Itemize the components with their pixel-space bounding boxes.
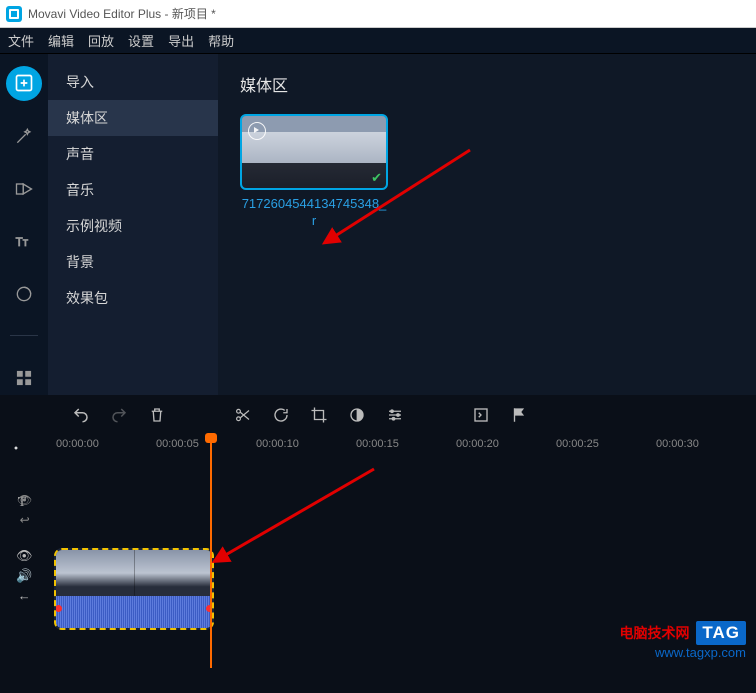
crop-button[interactable] (310, 406, 328, 424)
music-note-icon (13, 675, 31, 693)
scissors-icon (234, 406, 252, 424)
rotate-button[interactable] (272, 406, 290, 424)
menu-edit[interactable]: 编辑 (48, 31, 74, 50)
time-marker: 00:00:00 (56, 438, 156, 450)
wizard-button[interactable] (472, 406, 490, 424)
sidebar-item-import[interactable]: 导入 (48, 64, 218, 100)
marker-button[interactable] (510, 406, 528, 424)
more-tools-button[interactable] (6, 360, 42, 395)
crop-icon (310, 406, 328, 424)
time-marker: 00:00:30 (656, 438, 756, 450)
watermark-url: www.tagxp.com (619, 645, 746, 662)
title-bar: Movavi Video Editor Plus - 新项目 * (0, 0, 756, 28)
menu-export[interactable]: 导出 (168, 31, 194, 50)
timeline-ruler[interactable]: 00:00:00 00:00:05 00:00:10 00:00:15 00:0… (44, 435, 756, 453)
titles-button[interactable]: Tт (6, 224, 42, 259)
menu-help[interactable]: 帮助 (208, 31, 234, 50)
undo-button[interactable] (72, 406, 90, 424)
eye-icon[interactable]: 👁 (16, 548, 33, 564)
watermark-tag: TAG (696, 621, 746, 645)
clip-video-thumb (56, 550, 212, 596)
add-track-icon (13, 439, 31, 457)
sidebar-item-sample[interactable]: 示例视频 (48, 208, 218, 244)
flag-icon (510, 406, 528, 424)
plus-icon (14, 73, 34, 93)
split-button[interactable] (234, 406, 252, 424)
trash-icon (148, 406, 166, 424)
sidebar: 导入 媒体区 声音 音乐 示例视频 背景 效果包 (48, 54, 218, 395)
app-logo-icon (6, 6, 22, 22)
media-panel: 媒体区 ✔ 7172604544134745348_r (218, 54, 756, 395)
titles-icon: Tт (14, 231, 34, 251)
media-thumbnail[interactable]: ✔ (240, 114, 388, 190)
menu-settings[interactable]: 设置 (128, 31, 154, 50)
tool-rail: Tт (0, 54, 48, 395)
menu-play[interactable]: 回放 (88, 31, 114, 50)
transitions-button[interactable] (6, 171, 42, 206)
window-title: Movavi Video Editor Plus - 新项目 * (28, 5, 216, 22)
sticker-icon (14, 284, 34, 304)
audio-track-button[interactable] (13, 675, 31, 693)
wand-icon (14, 126, 34, 146)
playhead[interactable] (210, 435, 212, 668)
stickers-button[interactable] (6, 277, 42, 312)
time-marker: 00:00:20 (456, 438, 556, 450)
timeline-clip[interactable] (54, 548, 214, 630)
clip-audio-wave (56, 596, 212, 628)
menu-bar: 文件 编辑 回放 设置 导出 帮助 (0, 28, 756, 54)
time-marker: 00:00:15 (356, 438, 456, 450)
contrast-icon (348, 406, 366, 424)
sidebar-item-bg[interactable]: 背景 (48, 244, 218, 280)
sidebar-item-music[interactable]: 音乐 (48, 172, 218, 208)
wizard-icon (472, 406, 490, 424)
filters-button[interactable] (6, 119, 42, 154)
eye-icon[interactable]: 👁 (17, 493, 32, 507)
volume-icon[interactable]: 🔊 (16, 568, 32, 584)
rotate-icon (272, 406, 290, 424)
add-track-button[interactable] (13, 439, 31, 457)
media-clip-name: 7172604544134745348_r (240, 196, 388, 230)
watermark-cn: 电脑技术网 (619, 627, 689, 642)
back-icon[interactable]: ← (18, 588, 31, 603)
sidebar-item-media[interactable]: 媒体区 (48, 100, 218, 136)
adjust-button[interactable] (386, 406, 404, 424)
redo-button[interactable] (110, 406, 128, 424)
svg-text:Tт: Tт (16, 236, 29, 249)
main-area: Tт 导入 媒体区 声音 音乐 示例视频 背景 效果包 媒体区 ✔ 717260… (0, 54, 756, 395)
color-button[interactable] (348, 406, 366, 424)
check-icon: ✔ (371, 170, 382, 186)
video-track-toggles: 👁 🔊 ← (16, 548, 33, 603)
add-media-button[interactable] (6, 66, 42, 101)
menu-file[interactable]: 文件 (8, 31, 34, 50)
time-marker: 00:00:25 (556, 438, 656, 450)
link-icon[interactable]: ↩ (20, 513, 30, 527)
redo-icon (110, 406, 128, 424)
watermark: 电脑技术网 TAG www.tagxp.com (619, 621, 746, 662)
sidebar-item-sound[interactable]: 声音 (48, 136, 218, 172)
text-track-toggles: 👁 ↩ (17, 493, 32, 527)
delete-button[interactable] (148, 406, 166, 424)
rail-separator (10, 335, 38, 336)
clip-handle-left[interactable] (55, 605, 62, 612)
media-clip[interactable]: ✔ 7172604544134745348_r (240, 114, 388, 230)
sliders-icon (386, 406, 404, 424)
grid-icon (14, 368, 34, 388)
undo-icon (72, 406, 90, 424)
time-marker: 00:00:10 (256, 438, 356, 450)
transition-icon (14, 179, 34, 199)
panel-heading: 媒体区 (240, 72, 734, 96)
sidebar-item-fxpack[interactable]: 效果包 (48, 280, 218, 316)
timeline-toolbar (0, 395, 756, 435)
